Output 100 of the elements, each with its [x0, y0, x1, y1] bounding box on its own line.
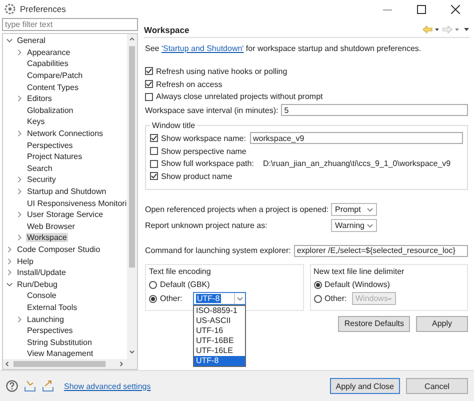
- chevron-right-icon[interactable]: [16, 95, 23, 102]
- page-button[interactable]: Apply: [416, 316, 468, 332]
- checkbox[interactable]: [150, 172, 158, 180]
- radio-button[interactable]: [314, 280, 322, 289]
- chevron-right-icon[interactable]: [16, 176, 23, 184]
- chevron-right-icon[interactable]: [6, 269, 13, 276]
- option-label: Show product name: [161, 172, 232, 181]
- tree-item[interactable]: Network Connections: [26, 129, 104, 138]
- tree-item[interactable]: External Tools: [26, 302, 78, 312]
- tree-item[interactable]: Compare/Patch: [26, 71, 84, 80]
- checkbox[interactable]: [145, 92, 153, 101]
- dropdown[interactable]: Warning: [331, 219, 377, 232]
- tree-item[interactable]: Startup and Shutdown: [26, 187, 108, 196]
- chevron-down-icon[interactable]: [6, 37, 13, 44]
- page-button[interactable]: Restore Defaults: [338, 316, 410, 332]
- tree-item[interactable]: Keys: [26, 117, 46, 126]
- tree-item[interactable]: Help: [16, 256, 34, 266]
- chevron-down-icon[interactable]: [6, 280, 13, 288]
- maximize-icon[interactable]: [416, 4, 426, 14]
- option-label: Show perspective name: [161, 146, 246, 156]
- tree-item[interactable]: Run/Debug: [16, 280, 58, 289]
- chevron-right-icon[interactable]: [6, 246, 13, 253]
- horizontal-scrollbar[interactable]: [3, 359, 137, 369]
- option-label: Show workspace name:: [161, 134, 247, 143]
- footer-button[interactable]: Cancel: [406, 378, 468, 394]
- radio-label: Default (GBK): [160, 280, 210, 290]
- chevron-right-icon[interactable]: [16, 211, 23, 218]
- tree-item[interactable]: Install/Update: [16, 268, 67, 278]
- filter-field[interactable]: type filter text: [2, 18, 138, 31]
- advanced-settings-link[interactable]: Show advanced settings: [64, 382, 151, 390]
- tree-item[interactable]: Project Natures: [26, 152, 84, 162]
- option-label: Refresh on access: [156, 80, 222, 89]
- option-label: Always close unrelated projects without prompt: [156, 92, 323, 102]
- radio-button[interactable]: [314, 294, 322, 303]
- tree-item[interactable]: Perspectives: [26, 140, 74, 150]
- group-title: Text file encoding: [149, 266, 212, 276]
- group-title: New text file line delimiter: [314, 266, 406, 276]
- chevron-right-icon[interactable]: [16, 316, 23, 323]
- command-field[interactable]: explorer /E,/select=${selected_resource_loc}: [294, 244, 468, 257]
- encoding-combo[interactable]: UTF-8: [193, 292, 246, 306]
- close-icon[interactable]: [450, 4, 460, 14]
- gear-icon: [4, 3, 16, 15]
- checkbox[interactable]: [150, 134, 158, 142]
- tree-item[interactable]: String Substitution: [26, 338, 93, 347]
- list-option[interactable]: UTF-8: [194, 356, 245, 366]
- field-label: Workspace save interval (in minutes):: [145, 106, 278, 115]
- radio-button[interactable]: [149, 294, 157, 303]
- vertical-scrollbar[interactable]: [127, 34, 137, 359]
- footer-button[interactable]: Apply and Close: [330, 378, 400, 394]
- workspace-path: D:\ruan_jian_an_zhuang\ti\ccs_9_1_0\workspace_v9: [262, 159, 451, 168]
- option-label: Show full workspace path:: [161, 159, 254, 168]
- tree-item[interactable]: User Storage Service: [26, 210, 104, 220]
- tree-item[interactable]: View Management: [26, 349, 94, 358]
- option-label: Refresh using native hooks or polling: [156, 66, 288, 76]
- tree-item[interactable]: Globalization: [26, 106, 74, 115]
- select-label: Open referenced projects when a project is opened:: [145, 205, 328, 214]
- intro-text: See 'Startup and Shutdown' for workspace startup and shutdown preferences.: [145, 44, 422, 53]
- chevron-right-icon[interactable]: [16, 234, 23, 242]
- tree-item[interactable]: Code Composer Studio: [16, 244, 102, 254]
- checkbox[interactable]: [150, 147, 158, 156]
- checkbox[interactable]: [145, 67, 153, 76]
- radio-label: Other:: [160, 294, 184, 304]
- tree-item[interactable]: Appearance: [26, 48, 72, 57]
- tree-item[interactable]: Workspace: [26, 233, 68, 242]
- radio-label: Default (Windows): [324, 280, 390, 290]
- chevron-right-icon[interactable]: [16, 130, 23, 138]
- tree-item[interactable]: Web Browser: [26, 222, 76, 231]
- tree-item[interactable]: Search: [26, 164, 54, 173]
- checkbox[interactable]: [150, 160, 158, 168]
- page-title: Workspace: [144, 24, 190, 34]
- workspace-name-field[interactable]: workspace_v9: [250, 132, 463, 144]
- chevron-right-icon[interactable]: [16, 188, 23, 196]
- caret-icon: [237, 296, 243, 301]
- tree-item[interactable]: General: [16, 36, 46, 46]
- export-icon[interactable]: [42, 380, 54, 392]
- help-icon[interactable]: [6, 380, 18, 392]
- tree-item[interactable]: Console: [26, 291, 58, 300]
- import-icon[interactable]: [24, 380, 36, 392]
- radio-label: Other:: [324, 294, 348, 304]
- field-label: Command for launching system explorer:: [145, 246, 291, 256]
- dropdown[interactable]: Prompt: [331, 203, 377, 216]
- chevron-right-icon[interactable]: [16, 48, 23, 56]
- navigation-arrows-icon[interactable]: [422, 25, 470, 34]
- radio-button[interactable]: [149, 280, 157, 289]
- tree-item[interactable]: Capabilities: [26, 59, 70, 68]
- startup-link[interactable]: 'Startup and Shutdown': [161, 44, 244, 53]
- delimiter-combo: Windows: [352, 292, 396, 306]
- tree-item[interactable]: Perspectives: [26, 326, 74, 336]
- chevron-right-icon[interactable]: [6, 258, 13, 265]
- interval-field[interactable]: 5: [281, 104, 468, 116]
- tree-item[interactable]: Security: [26, 175, 57, 184]
- group-title: Window title: [151, 121, 196, 130]
- checkbox[interactable]: [145, 80, 153, 88]
- window-title: Preferences: [20, 4, 67, 14]
- tree-item[interactable]: Launching: [26, 314, 65, 324]
- tree-item[interactable]: UI Responsiveness Monitori: [26, 198, 127, 208]
- tree-item[interactable]: Content Types: [26, 82, 80, 92]
- tree-item[interactable]: Editors: [26, 94, 53, 104]
- list-option[interactable]: UTF-16LE: [194, 346, 245, 356]
- caret-icon: [367, 224, 373, 228]
